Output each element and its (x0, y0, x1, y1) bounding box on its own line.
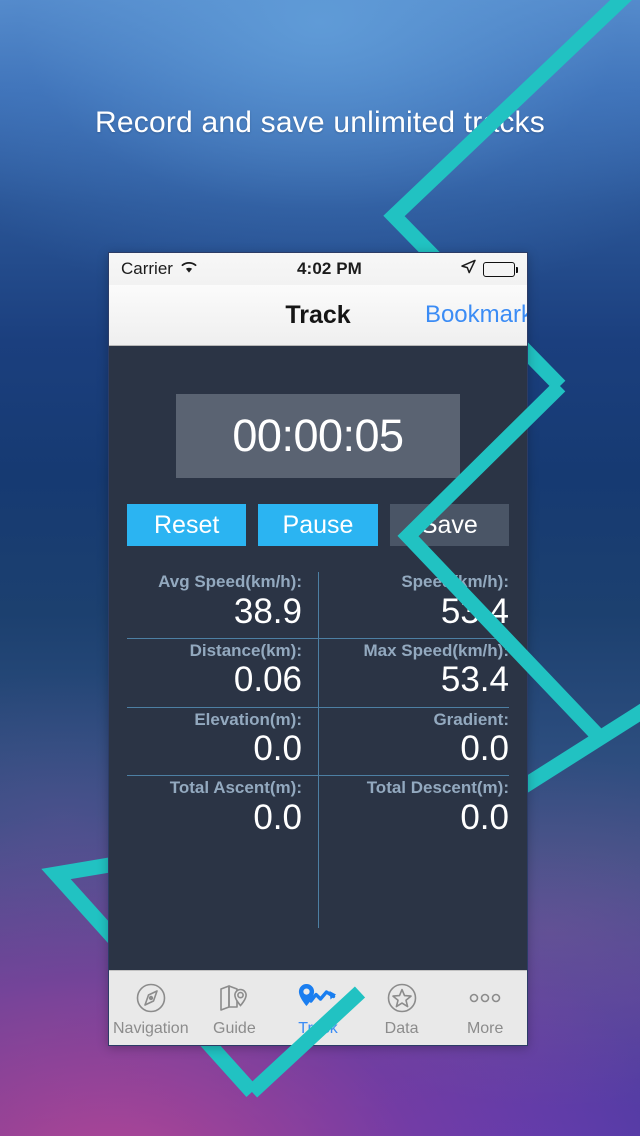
battery-icon (483, 261, 519, 277)
stat-value: 0.0 (253, 797, 302, 837)
bookmark-button[interactable]: Bookmark (425, 301, 527, 329)
stat-label: Total Descent(m): (366, 778, 509, 798)
tab-navigation[interactable]: Navigation (109, 971, 193, 1045)
stat-value: 0.0 (253, 729, 302, 769)
stat-label: Gradient: (433, 709, 509, 729)
pause-button[interactable]: Pause (258, 504, 378, 546)
stat-label: Elevation(m): (194, 709, 302, 729)
tab-data[interactable]: Data (360, 971, 444, 1045)
save-button[interactable]: Save (389, 504, 509, 546)
timer-controls: Reset Pause Save (127, 504, 509, 546)
tab-label: Navigation (112, 1019, 189, 1037)
stat-max-speed: Max Speed(km/h): 53.4 (318, 639, 509, 708)
tab-more[interactable]: More (443, 971, 527, 1045)
status-bar-time: 4:02 PM (297, 259, 362, 278)
stat-label: Avg Speed(km/h): (158, 572, 302, 591)
stats-grid: Avg Speed(km/h): 38.9 Speed(km/h): 53.4 … (127, 570, 509, 970)
status-bar-right (461, 259, 519, 279)
stat-label: Max Speed(km/h): (363, 640, 509, 660)
stat-value: 53.4 (440, 660, 509, 700)
stat-gradient: Gradient: 0.0 (318, 708, 509, 777)
stat-value: 0.0 (460, 729, 509, 769)
timer-value: 00:00:05 (232, 410, 404, 461)
ellipsis-icon (465, 979, 505, 1017)
star-circle-icon (385, 979, 419, 1017)
stat-avg-speed: Avg Speed(km/h): 38.9 (127, 570, 318, 639)
stat-total-descent: Total Descent(m): 0.0 (318, 776, 509, 844)
track-pin-route-icon (295, 979, 341, 1017)
reset-button[interactable]: Reset (127, 504, 247, 546)
wifi-icon (180, 259, 198, 279)
tab-label: Guide (213, 1019, 256, 1037)
stat-value: 38.9 (233, 591, 302, 631)
app-content: 00:00:05 Reset Pause Save Avg Speed(km/h… (109, 346, 527, 970)
page-title: Record and save unlimited tracks (95, 106, 545, 139)
screenshot-root: Record and save unlimited tracks Carrier… (0, 0, 640, 1136)
nav-bar: Track Bookmark (109, 285, 527, 346)
status-bar-left: Carrier (121, 259, 198, 279)
compass-icon (134, 979, 168, 1017)
map-icon (217, 979, 251, 1017)
stat-value: 53.4 (440, 591, 509, 631)
stats-vertical-divider (318, 572, 319, 928)
stat-value: 0.06 (233, 660, 302, 700)
tab-bar: Navigation Guide Track Data More (109, 970, 527, 1045)
location-arrow-icon (461, 259, 476, 279)
stat-value: 0.0 (460, 797, 509, 837)
tab-label: Data (384, 1019, 419, 1037)
tab-track[interactable]: Track (276, 971, 360, 1045)
timer-display: 00:00:05 (176, 394, 460, 478)
stat-total-ascent: Total Ascent(m): 0.0 (127, 776, 318, 844)
stat-label: Distance(km): (189, 640, 302, 660)
stat-label: Total Ascent(m): (169, 778, 302, 798)
stat-elevation: Elevation(m): 0.0 (127, 708, 318, 777)
stat-distance: Distance(km): 0.06 (127, 639, 318, 708)
tab-label: Track (298, 1019, 338, 1037)
tab-label: More (466, 1019, 504, 1037)
status-bar: Carrier 4:02 PM (109, 253, 527, 285)
stat-speed: Speed(km/h): 53.4 (318, 570, 509, 639)
tab-guide[interactable]: Guide (193, 971, 277, 1045)
carrier-label: Carrier (121, 259, 173, 278)
stat-label: Speed(km/h): (401, 572, 509, 591)
phone-mockup: Carrier 4:02 PM Track Bookmark 00:00:05 … (108, 252, 528, 1046)
